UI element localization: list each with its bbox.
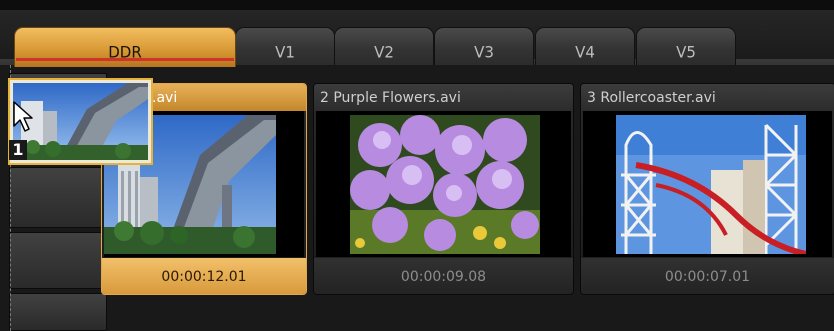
active-tab-underline bbox=[16, 58, 234, 61]
track-slot[interactable] bbox=[9, 167, 107, 228]
track-slot[interactable] bbox=[9, 293, 107, 331]
clip-duration: 00:00:09.08 bbox=[314, 258, 573, 294]
tab-ddr[interactable]: DDR bbox=[14, 27, 236, 67]
tab-v2[interactable]: V2 bbox=[334, 27, 434, 67]
drag-count-badge: 1 bbox=[9, 140, 27, 160]
clip-card-3[interactable]: 3 Rollercoaster.avi 00:00:07.01 bbox=[580, 83, 834, 295]
purple-flowers-thumbnail bbox=[350, 115, 540, 254]
track-slot[interactable] bbox=[9, 232, 107, 289]
arrow-cursor-icon bbox=[12, 100, 36, 138]
rollercoaster-thumbnail bbox=[616, 115, 806, 254]
tab-v1[interactable]: V1 bbox=[235, 27, 335, 67]
window-top-edge bbox=[0, 0, 834, 10]
clip-duration: 00:00:07.01 bbox=[581, 258, 834, 294]
clip-card-2[interactable]: 2 Purple Flowers.avi 00:00:09.08 bbox=[313, 83, 574, 295]
clip-duration: 00:00:12.01 bbox=[102, 258, 306, 294]
tab-v3[interactable]: V3 bbox=[434, 27, 534, 67]
tab-v4[interactable]: V4 bbox=[535, 27, 635, 67]
tab-label: DDR bbox=[108, 42, 142, 62]
tab-bar: DDR V1 V2 V3 V4 V5 bbox=[0, 10, 834, 73]
tab-v5[interactable]: V5 bbox=[636, 27, 736, 67]
clip-title: 3 Rollercoaster.avi bbox=[581, 84, 834, 111]
clip-title: 2 Purple Flowers.avi bbox=[314, 84, 573, 111]
